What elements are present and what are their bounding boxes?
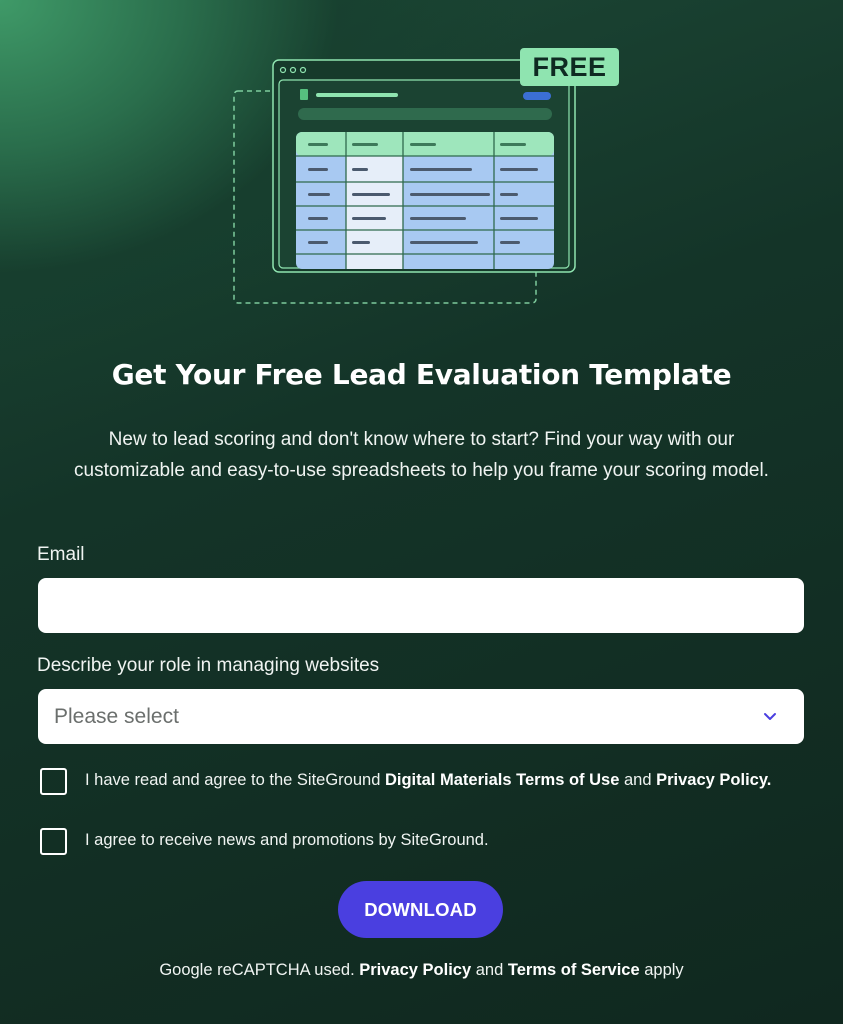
footer-middle: and xyxy=(471,961,508,979)
footer-prefix: Google reCAPTCHA used. xyxy=(159,961,360,979)
privacy-policy-link[interactable]: Privacy Policy. xyxy=(656,771,771,789)
lead-template-panel: FREE Get Your Free Lead Evaluation Templ… xyxy=(0,0,843,1024)
email-field[interactable] xyxy=(38,578,804,633)
terms-text: I have read and agree to the SiteGround … xyxy=(85,768,785,793)
news-consent: I agree to receive news and promotions b… xyxy=(40,828,785,855)
footer-suffix: apply xyxy=(639,961,684,979)
intro-text: New to lead scoring and don't know where… xyxy=(74,429,769,481)
terms-checkbox[interactable] xyxy=(40,768,67,795)
terms-of-use-link[interactable]: Digital Materials Terms of Use xyxy=(385,771,619,789)
free-badge: FREE xyxy=(520,48,619,86)
news-checkbox[interactable] xyxy=(40,828,67,855)
footer-terms-link[interactable]: Terms of Service xyxy=(508,961,640,979)
download-button[interactable]: DOWNLOAD xyxy=(338,881,503,938)
news-text: I agree to receive news and promotions b… xyxy=(85,831,489,849)
email-label: Email xyxy=(37,544,85,565)
chevron-down-icon xyxy=(762,709,778,725)
terms-middle: and xyxy=(619,771,657,789)
footer-privacy-link[interactable]: Privacy Policy xyxy=(359,961,471,979)
role-select-value: Please select xyxy=(54,704,179,728)
role-label: Describe your role in managing websites xyxy=(37,655,380,676)
page-title: Get Your Free Lead Evaluation Template xyxy=(111,358,732,391)
role-select[interactable]: Please select xyxy=(38,689,804,744)
recaptcha-notice: Google reCAPTCHA used. Privacy Policy an… xyxy=(0,961,843,980)
terms-prefix: I have read and agree to the SiteGround xyxy=(85,771,385,789)
terms-consent: I have read and agree to the SiteGround … xyxy=(40,768,785,795)
